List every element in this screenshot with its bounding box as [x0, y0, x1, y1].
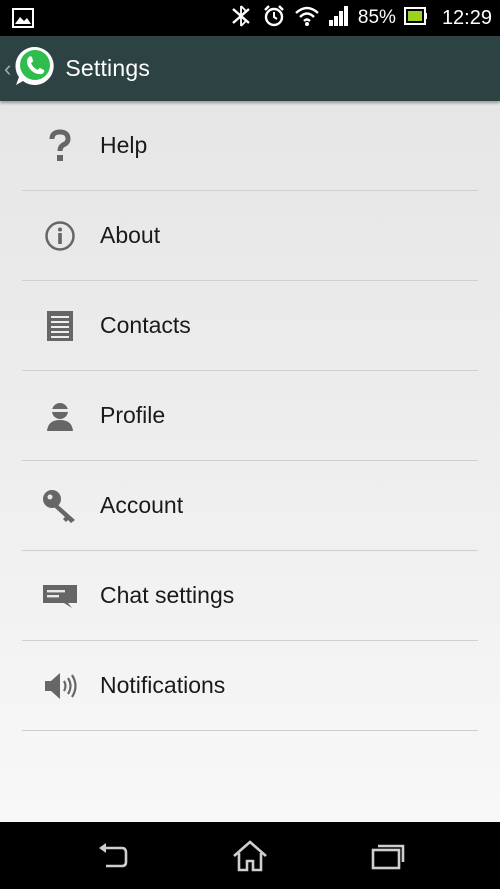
system-nav-bar: [0, 822, 500, 889]
contacts-list-icon: [40, 306, 80, 346]
action-bar: ‹ Settings: [0, 36, 500, 101]
back-caret-icon: ‹: [4, 55, 12, 81]
list-item-chat-settings[interactable]: Chat settings: [22, 551, 478, 641]
settings-list: Help About Contacts Profile Account Chat…: [0, 101, 500, 822]
chat-icon: [40, 576, 80, 616]
status-bar: 85% 12:29: [0, 0, 500, 36]
list-item-profile[interactable]: Profile: [22, 371, 478, 461]
recent-apps-icon[interactable]: [368, 836, 408, 876]
list-item-account[interactable]: Account: [22, 461, 478, 551]
up-navigation[interactable]: ‹ Settings: [0, 36, 180, 101]
clock: 12:29: [441, 6, 492, 29]
list-item-help[interactable]: Help: [22, 101, 478, 191]
speaker-icon: [40, 666, 80, 706]
list-item-label: Help: [100, 132, 148, 158]
info-icon: [40, 216, 80, 256]
list-item-label: Notifications: [100, 672, 226, 698]
wifi-icon: [294, 5, 320, 32]
list-item-about[interactable]: About: [22, 191, 478, 281]
list-item-label: Profile: [100, 402, 166, 428]
whatsapp-logo: [13, 44, 57, 93]
battery-icon: [403, 6, 428, 31]
list-item-contacts[interactable]: Contacts: [22, 281, 478, 371]
list-item-label: About: [100, 222, 161, 248]
help-icon: [40, 126, 80, 166]
alarm-icon: [262, 4, 286, 33]
back-icon[interactable]: [90, 836, 130, 876]
signal-icon: [328, 5, 350, 32]
list-item-label: Account: [100, 492, 184, 518]
gallery-icon: [12, 8, 34, 33]
home-icon[interactable]: [230, 836, 270, 876]
battery-percent: 85%: [357, 7, 396, 28]
list-item-notifications[interactable]: Notifications: [22, 641, 478, 731]
list-item-label: Contacts: [100, 312, 191, 338]
key-icon: [40, 486, 80, 526]
page-title: Settings: [65, 55, 151, 81]
profile-icon: [40, 396, 80, 436]
bluetooth-icon: [230, 4, 254, 32]
list-item-label: Chat settings: [100, 582, 235, 608]
